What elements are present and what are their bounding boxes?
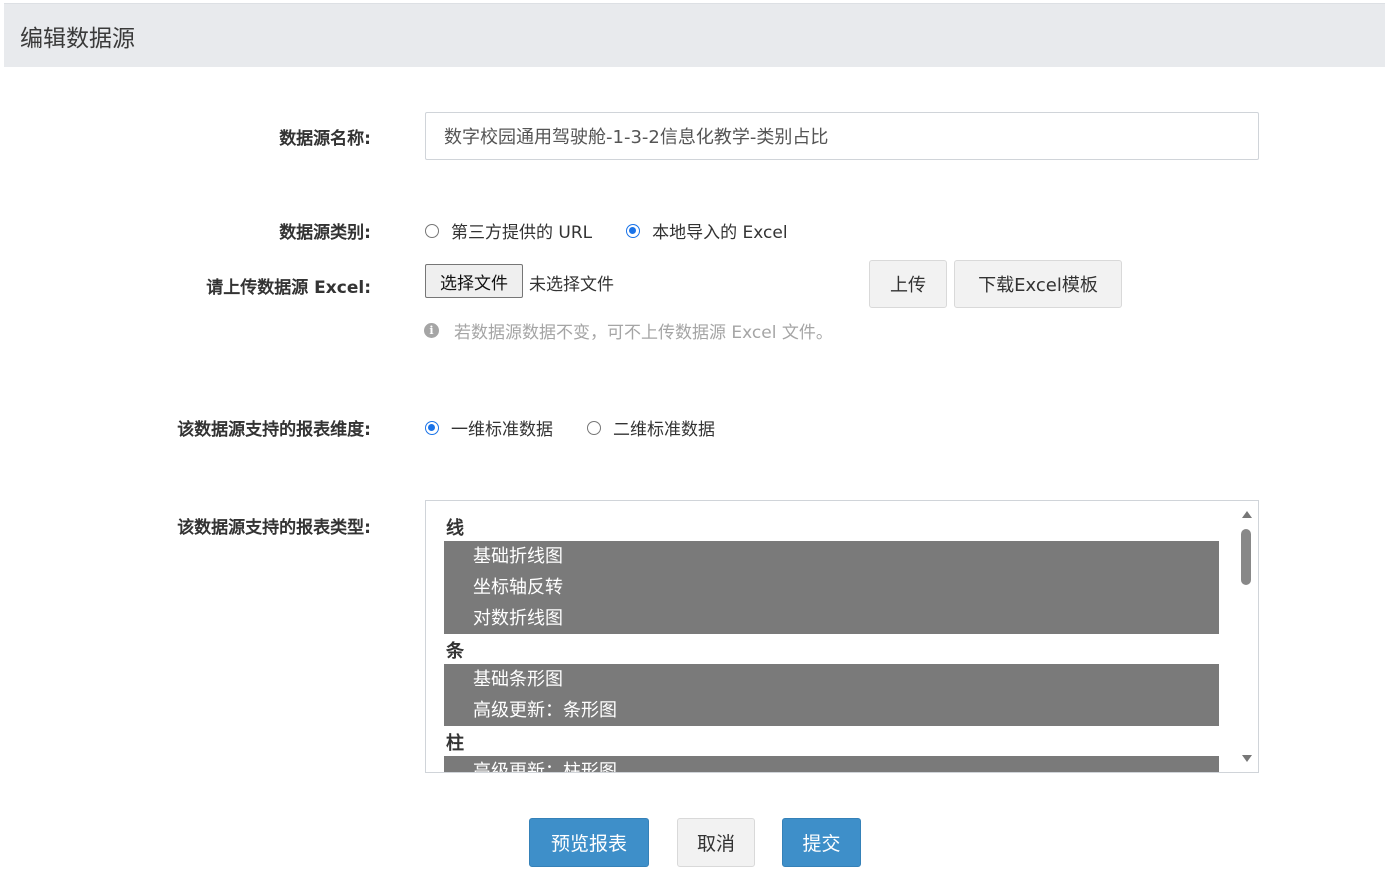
category-radio-excel[interactable]: 本地导入的 Excel: [626, 218, 788, 243]
category-radio-url-label: 第三方提供的 URL: [451, 223, 593, 243]
upload-hint-text: 若数据源数据不变，可不上传数据源 Excel 文件。: [454, 323, 833, 343]
list-option[interactable]: 坐标轴反转: [444, 572, 1219, 603]
dimension-label: 该数据源支持的报表维度:: [177, 420, 371, 440]
panel-title: 编辑数据源: [20, 25, 135, 52]
dimension-radio-1d[interactable]: 一维标准数据: [425, 415, 553, 440]
optgroup-line: 线: [446, 518, 464, 539]
submit-button[interactable]: 提交: [782, 818, 861, 867]
radio-checked-icon[interactable]: [626, 223, 641, 238]
preview-report-button[interactable]: 预览报表: [529, 818, 649, 867]
list-option[interactable]: 高级更新：条形图: [444, 695, 1219, 726]
scroll-up-arrow-icon[interactable]: [1242, 511, 1252, 518]
option-block-line: 基础折线图 坐标轴反转 对数折线图: [444, 541, 1219, 634]
radio-unchecked-icon[interactable]: [425, 223, 439, 238]
list-option[interactable]: 对数折线图: [444, 603, 1219, 634]
category-radio-group: 第三方提供的 URL 本地导入的 Excel: [425, 218, 822, 243]
list-option[interactable]: 基础条形图: [444, 664, 1219, 695]
category-radio-excel-label: 本地导入的 Excel: [652, 223, 788, 243]
info-circle-icon: i: [424, 323, 439, 338]
upload-label: 请上传数据源 Excel:: [206, 278, 371, 298]
option-block-column: 高级更新：柱形图: [444, 756, 1219, 772]
chart-types-label: 该数据源支持的报表类型:: [177, 518, 371, 538]
chart-types-listbox[interactable]: 线 基础折线图 坐标轴反转 对数折线图 条 基础条形图 高级更新：条形图 柱 高…: [425, 500, 1259, 773]
scroll-down-arrow-icon[interactable]: [1242, 755, 1252, 762]
download-template-button[interactable]: 下载Excel模板: [954, 260, 1122, 308]
dimension-radio-1d-label: 一维标准数据: [451, 420, 553, 440]
list-option[interactable]: 基础折线图: [444, 541, 1219, 572]
dimension-radio-2d[interactable]: 二维标准数据: [587, 415, 715, 440]
listbox-scrollbar[interactable]: [1236, 501, 1258, 772]
choose-file-button[interactable]: 选择文件: [425, 264, 523, 298]
optgroup-bar: 条: [446, 641, 464, 662]
scroll-thumb[interactable]: [1241, 529, 1251, 585]
cancel-button[interactable]: 取消: [677, 818, 755, 867]
radio-unchecked-icon[interactable]: [587, 420, 601, 435]
dimension-radio-2d-label: 二维标准数据: [613, 420, 715, 440]
panel-header: 编辑数据源: [4, 3, 1385, 67]
dimension-radio-group: 一维标准数据 二维标准数据: [425, 415, 749, 440]
name-label: 数据源名称:: [279, 129, 371, 149]
optgroup-column: 柱: [446, 733, 464, 754]
file-status: 未选择文件: [529, 275, 614, 295]
upload-button[interactable]: 上传: [869, 260, 947, 308]
option-block-bar: 基础条形图 高级更新：条形图: [444, 664, 1219, 726]
name-input[interactable]: [425, 112, 1259, 160]
upload-hint: i 若数据源数据不变，可不上传数据源 Excel 文件。: [424, 318, 833, 343]
list-option[interactable]: 高级更新：柱形图: [444, 756, 1219, 772]
category-label: 数据源类别:: [279, 223, 371, 243]
category-radio-url[interactable]: 第三方提供的 URL: [425, 218, 592, 243]
radio-checked-icon[interactable]: [425, 420, 439, 435]
